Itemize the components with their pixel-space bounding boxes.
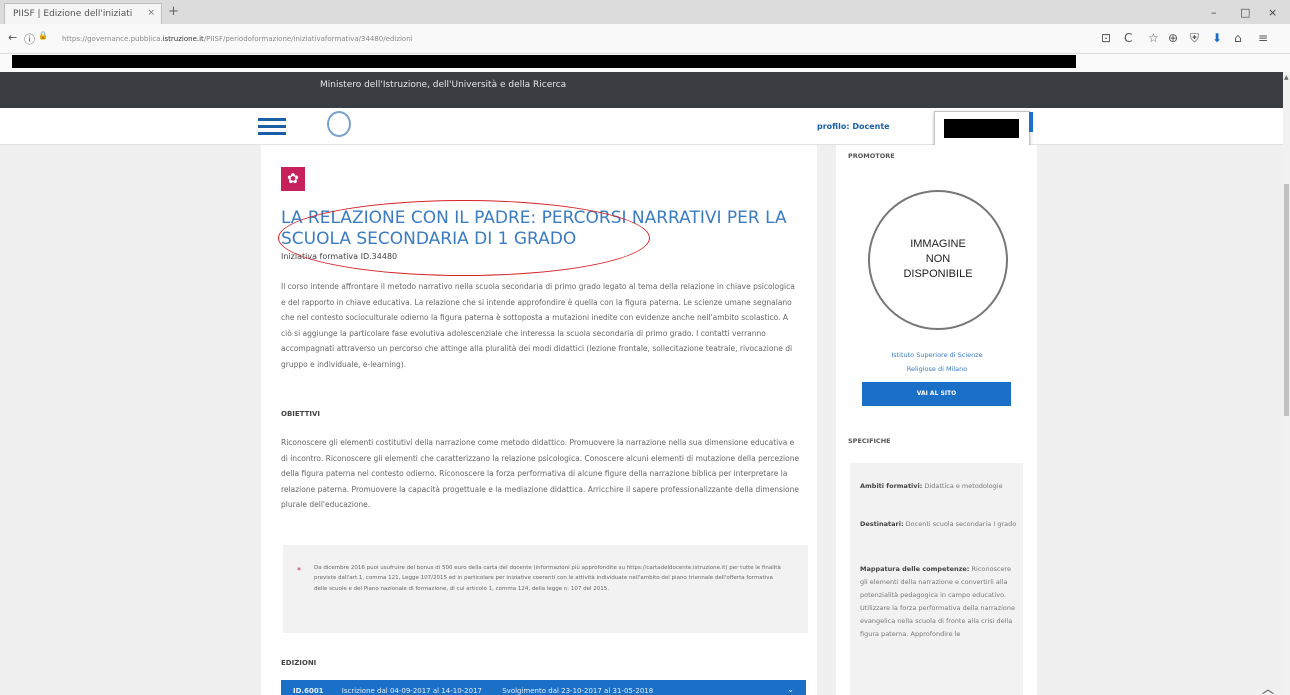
maximize-icon[interactable]: □ [1240, 6, 1250, 19]
objectives-text: Riconoscere gli elementi costitutivi del… [281, 438, 800, 510]
new-tab-icon[interactable]: + [168, 4, 179, 19]
site-header [0, 108, 1283, 145]
scroll-up-icon[interactable]: ▲ [1284, 74, 1289, 81]
library-icon[interactable]: ⊕ [1168, 31, 1178, 45]
browser-tab-bar [0, 0, 1290, 24]
redacted-username [944, 119, 1019, 138]
close-window-icon[interactable]: × [1268, 6, 1277, 19]
edition-schedule: Svolgimento dal 23-10-2017 al 31-05-2018 [502, 687, 654, 695]
info-icon[interactable]: ⓘ [24, 31, 35, 47]
course-id: Iniziativa formativa ID.34480 [281, 252, 398, 261]
editions-heading: EDIZIONI [281, 659, 317, 667]
scrollbar-thumb[interactable] [1284, 184, 1289, 416]
redaction-bar [12, 55, 1076, 68]
course-description: Il corso intende affrontare il metodo na… [281, 282, 795, 369]
tab-title: PIISF | Edizione dell'iniziati [13, 9, 133, 19]
download-icon[interactable]: ⬇ [1212, 31, 1222, 45]
bookmark-star-icon[interactable]: ☆ [1148, 31, 1159, 45]
spec-training-area: Ambiti formativi: Didattica e metodologi… [860, 482, 1003, 490]
minimize-icon[interactable]: – [1211, 6, 1217, 19]
image-unavailable-text: IMMAGINE NON DISPONIBILE [903, 238, 973, 280]
objectives-heading: OBIETTIVI [281, 410, 321, 418]
edition-enrollment: Iscrizione dal 04-09-2017 al 14-10-2017 [341, 687, 482, 695]
specs-heading: SPECIFICHE [848, 437, 891, 445]
hamburger-menu-icon[interactable] [258, 118, 286, 136]
scroll-to-top-icon[interactable]: ︿ [1262, 680, 1274, 695]
tab-close-icon[interactable]: × [147, 8, 155, 18]
spec-competences: Mappatura delle competenze: Riconoscere … [860, 565, 1015, 638]
profile-label[interactable]: profilo: Docente [817, 122, 890, 131]
promoter-heading: PROMOTORE [848, 152, 895, 160]
spec-recipients: Destinatari: Docenti scuola secondaria I… [860, 520, 1017, 528]
ministry-bar [0, 72, 1283, 108]
lock-icon: 🔒 [38, 31, 48, 40]
ministry-title: Ministero dell'Istruzione, dell'Universi… [320, 80, 567, 90]
home-icon[interactable]: ⌂ [1234, 31, 1242, 45]
visit-site-button[interactable]: VAI AL SITO [862, 382, 1011, 406]
menu-icon[interactable]: ≡ [1258, 31, 1268, 45]
back-icon[interactable]: ← [8, 31, 17, 44]
browser-tab[interactable]: PIISF | Edizione dell'iniziati × [4, 3, 162, 24]
republic-emblem-icon[interactable] [327, 111, 351, 137]
reader-view-icon[interactable]: ⊡ [1101, 31, 1111, 45]
promoter-name-link[interactable]: Istituto Superiore di Scienze Religiose … [862, 348, 1012, 376]
edition-id: ID.6001 [293, 687, 324, 695]
edition-row[interactable]: ID.6001 Iscrizione dal 04-09-2017 al 14-… [281, 680, 806, 695]
reload-icon[interactable]: C [1124, 31, 1132, 45]
note-text: Da dicembre 2016 puoi usufruire del bonu… [314, 565, 781, 592]
course-title: LA RELAZIONE CON IL PADRE: PERCORSI NARR… [281, 208, 787, 249]
url-field[interactable]: https://governance.pubblica.istruzione.i… [62, 35, 622, 43]
chevron-down-icon[interactable]: ⌄ [787, 685, 794, 694]
pocket-icon[interactable]: ⛨ [1190, 31, 1199, 46]
category-icon: ✿ [281, 167, 305, 191]
note-asterisk-icon: * [297, 566, 301, 575]
